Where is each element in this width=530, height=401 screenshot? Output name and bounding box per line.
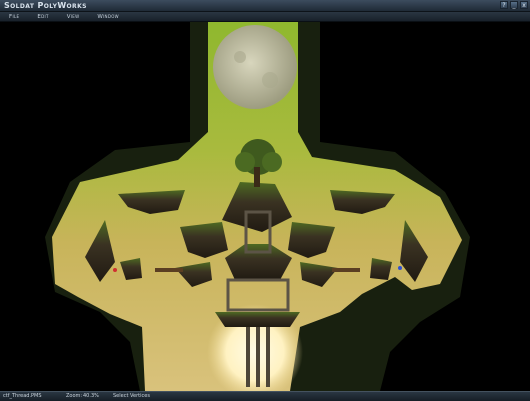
pillar: [256, 327, 260, 387]
status-current-tool: Select Vertices: [113, 393, 150, 399]
menu-window[interactable]: Window: [88, 14, 128, 20]
moon: [213, 25, 297, 109]
tower-base: [215, 312, 300, 327]
window-controls: ? _ x: [500, 1, 528, 9]
map-viewport[interactable]: [0, 22, 530, 391]
moon-crater: [262, 72, 278, 88]
plank-left: [155, 268, 183, 272]
pillar: [266, 327, 270, 387]
menu-view[interactable]: View: [58, 14, 89, 20]
status-filename: ctf_Thread.PMS: [3, 393, 42, 399]
plank-right: [332, 268, 360, 272]
tree-canopy: [262, 152, 282, 172]
blue-flag-marker: [398, 266, 402, 270]
map-canvas[interactable]: [0, 22, 530, 391]
menu-bar: File Edit View Window: [0, 12, 530, 22]
red-flag-marker: [113, 268, 117, 272]
status-zoom-value: 40.3%: [83, 393, 99, 399]
minimize-button[interactable]: _: [510, 1, 518, 9]
menu-edit[interactable]: Edit: [28, 14, 57, 20]
help-button[interactable]: ?: [500, 1, 508, 9]
app-title: Soldat PolyWorks: [4, 1, 87, 10]
status-zoom-label: Zoom:: [66, 393, 83, 399]
tree-canopy: [235, 152, 255, 172]
close-button[interactable]: x: [520, 1, 528, 9]
tree-trunk: [254, 167, 260, 187]
pillar: [246, 327, 250, 387]
menu-file[interactable]: File: [0, 14, 28, 20]
moon-crater: [234, 51, 246, 63]
title-bar: Soldat PolyWorks ? _ x: [0, 0, 530, 12]
